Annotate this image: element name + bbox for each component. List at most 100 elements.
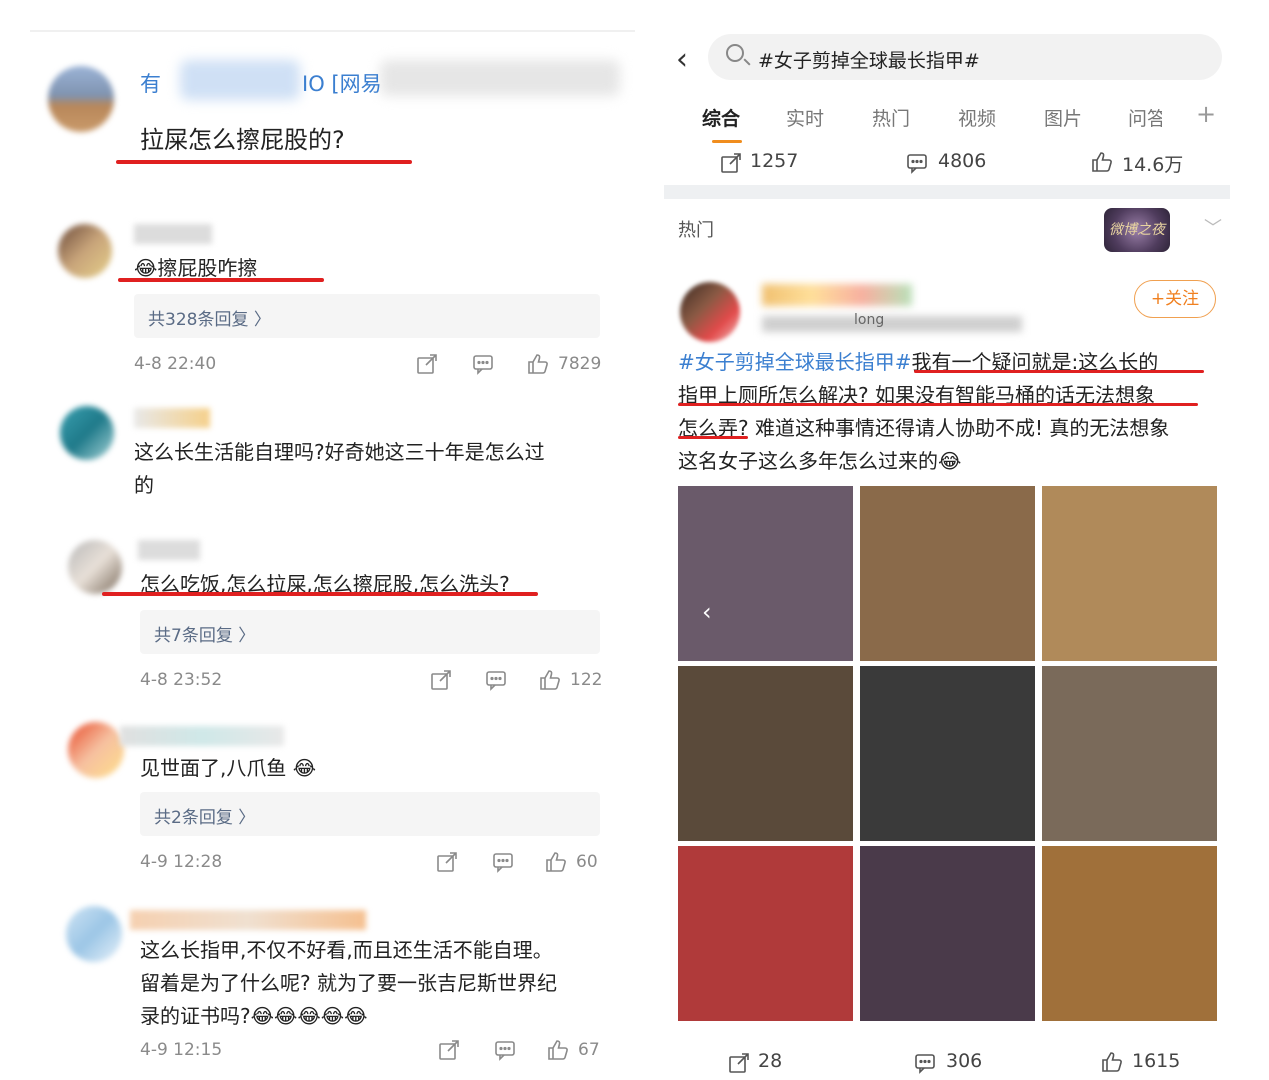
comment-text-line: 这么长生活能自理吗?好奇她这三十年是怎么过	[134, 440, 545, 464]
like-icon[interactable]	[1090, 150, 1114, 178]
share-icon[interactable]	[430, 669, 452, 695]
add-tab-icon[interactable]: +	[1196, 100, 1216, 128]
avatar[interactable]	[68, 540, 122, 594]
timestamp: 4-8 23:52	[140, 670, 223, 690]
avatar[interactable]	[58, 224, 112, 278]
share-icon[interactable]	[416, 353, 438, 379]
timestamp: 4-9 12:28	[140, 852, 223, 872]
comment-icon[interactable]	[494, 1039, 516, 1065]
tab-realtime[interactable]: 实时	[786, 104, 824, 131]
like-icon[interactable]	[546, 1038, 570, 1066]
laugh-cry-icon: 😂	[134, 256, 158, 280]
photo-thumbnail[interactable]	[1042, 486, 1217, 661]
comment-count: 306	[946, 1050, 983, 1072]
post-body: #女子剪掉全球最长指甲#我有一个疑问就是:这么长的 指甲上厕所怎么解决? 如果没…	[678, 346, 1218, 478]
like-count: 60	[576, 852, 598, 872]
blurred-username	[134, 224, 212, 244]
post-line: 怎么弄? 难道这种事情还得请人协助不成! 真的无法想象	[678, 416, 1170, 440]
comment-icon[interactable]	[472, 353, 494, 379]
section-divider	[664, 185, 1230, 199]
blurred-username	[138, 540, 200, 560]
chevron-down-icon[interactable]: ﹀	[1204, 214, 1222, 240]
blurred-username	[134, 408, 210, 428]
comment-text: 怎么吃饭,怎么拉屎,怎么擦屁股,怎么洗头?	[140, 572, 510, 596]
blurred-username	[180, 60, 300, 100]
comment-text-line: 的	[134, 473, 154, 497]
reply-count-button[interactable]: 共328条回复 〉	[134, 294, 600, 338]
share-icon[interactable]	[728, 1052, 750, 1078]
tab-video[interactable]: 视频	[958, 104, 996, 131]
photo-thumbnail[interactable]	[678, 486, 853, 661]
photo-thumbnail[interactable]	[860, 486, 1035, 661]
like-count: 7829	[558, 354, 602, 374]
comment-icon[interactable]	[485, 669, 507, 695]
share-icon[interactable]	[436, 851, 458, 877]
like-count: 14.6万	[1122, 154, 1184, 176]
comment-icon[interactable]	[906, 152, 928, 178]
blurred-username	[120, 726, 284, 746]
search-results-panel: ‹ #女子剪掉全球最长指甲# 综合 实时 热门 视频 图片 问答 + 1257 …	[664, 30, 1230, 1075]
photo-grid: ‹	[678, 486, 1218, 1021]
post-line: #女子剪掉全球最长指甲#我有一个疑问就是:这么长的	[678, 350, 1159, 374]
event-badge[interactable]: 微博之夜	[1104, 208, 1170, 252]
photo-thumbnail[interactable]	[860, 846, 1035, 1021]
red-underline	[118, 278, 324, 282]
blurred-username	[762, 284, 912, 306]
like-icon[interactable]	[526, 352, 550, 380]
avatar[interactable]	[60, 406, 114, 460]
comment-icon[interactable]	[492, 851, 514, 877]
comment-icon[interactable]	[914, 1052, 936, 1078]
avatar[interactable]	[48, 66, 114, 132]
section-label-hot: 热门	[678, 220, 714, 241]
red-underline	[914, 370, 1204, 373]
post-line: 这名女子这么多年怎么过来的😂	[678, 449, 962, 473]
stats-row: 1257 4806 14.6万	[664, 146, 1230, 182]
like-count: 67	[578, 1040, 600, 1060]
hashtag-link[interactable]: #女子剪掉全球最长指甲#	[678, 350, 912, 374]
like-count: 122	[570, 670, 603, 690]
photo-thumbnail[interactable]	[678, 666, 853, 841]
photo-thumbnail[interactable]	[860, 666, 1035, 841]
photo-thumbnail[interactable]	[1042, 666, 1217, 841]
comment-text-line: 留着是为了什么呢? 就为了要一张吉尼斯世界纪	[140, 971, 557, 995]
share-icon[interactable]	[438, 1039, 460, 1065]
red-underline	[102, 592, 538, 596]
photo-thumbnail[interactable]	[678, 846, 853, 1021]
comment-text-line: 这么长指甲,不仅不好看,而且还生活不能自理。	[140, 938, 553, 962]
like-icon[interactable]	[1100, 1050, 1124, 1078]
back-arrow-icon[interactable]: ‹	[676, 42, 688, 77]
search-query[interactable]: #女子剪掉全球最长指甲#	[758, 46, 980, 73]
username-end[interactable]: IO [网易	[302, 68, 382, 98]
comment-count: 4806	[938, 150, 987, 172]
repost-count: 28	[758, 1050, 783, 1072]
like-count: 1615	[1132, 1050, 1181, 1072]
avatar[interactable]	[66, 906, 122, 962]
tab-hot[interactable]: 热门	[872, 104, 910, 131]
blurred-username	[130, 910, 366, 930]
reply-count-button[interactable]: 共2条回复 〉	[140, 792, 600, 836]
username-partial: long	[854, 312, 885, 328]
post-text: 拉屎怎么擦屁股的?	[140, 126, 345, 154]
tab-comprehensive[interactable]: 综合	[702, 104, 740, 131]
photo-thumbnail[interactable]	[1042, 846, 1217, 1021]
timestamp: 4-8 22:40	[134, 354, 217, 374]
like-icon[interactable]	[544, 850, 568, 878]
avatar[interactable]	[680, 282, 740, 342]
timestamp: 4-9 12:15	[140, 1040, 223, 1060]
reply-count-button[interactable]: 共7条回复 〉	[140, 610, 600, 654]
like-icon[interactable]	[538, 668, 562, 696]
username-start[interactable]: 有	[140, 68, 161, 98]
share-icon[interactable]	[720, 152, 742, 178]
red-underline	[678, 436, 748, 439]
carousel-prev-icon[interactable]: ‹	[702, 598, 712, 626]
tab-images[interactable]: 图片	[1044, 104, 1082, 131]
comment-text: 见世面了,八爪鱼 😂	[140, 756, 317, 780]
post-line: 指甲上厕所怎么解决? 如果没有智能马桶的话无法想象	[678, 383, 1155, 407]
follow-button[interactable]: +关注	[1134, 280, 1216, 318]
blurred-username-suffix	[380, 60, 620, 96]
repost-count: 1257	[750, 150, 799, 172]
divider	[30, 30, 635, 32]
tab-qa[interactable]: 问答	[1128, 104, 1162, 131]
avatar[interactable]	[68, 722, 124, 778]
search-bar[interactable]: #女子剪掉全球最长指甲#	[708, 34, 1222, 80]
